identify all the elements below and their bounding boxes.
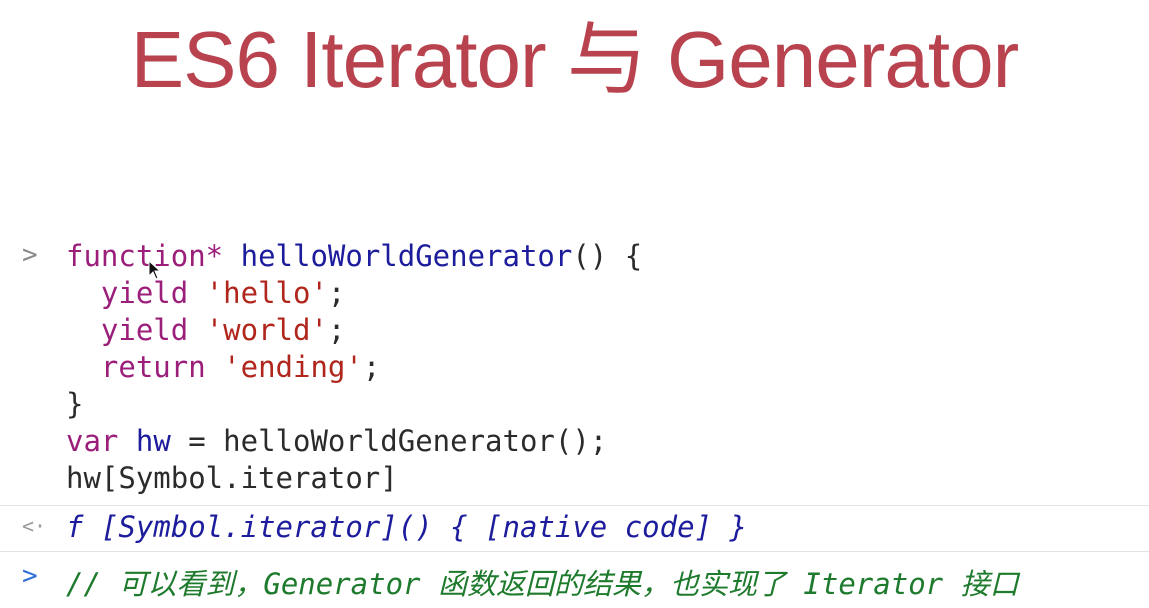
code-token: = helloWorldGenerator(); [170,424,608,458]
code-token: 'world' [205,313,328,347]
code-token: hw[Symbol.iterator] [66,461,398,495]
code-line: yield 'hello'; [66,276,345,310]
code-token: yield [100,313,189,347]
code-token: yield [100,276,189,310]
console-comment-input[interactable]: // 可以看到，Generator 函数返回的结果，也实现了 Iterator … [66,561,1019,603]
code-token: 'hello' [205,276,328,310]
code-token: var [66,424,119,458]
code-token: ; [362,350,381,384]
code-line: } [66,387,83,421]
code-token: hw [135,424,171,458]
code-token: 'ending' [223,350,363,384]
code-token: function* [66,239,224,273]
code-line: yield 'world'; [66,313,345,347]
slide: ES6 Iterator 与 Generator > function* hel… [0,0,1149,608]
code-token: helloWorldGenerator [240,239,573,273]
mouse-pointer-icon [148,260,162,280]
slide-title: ES6 Iterator 与 Generator [130,15,1020,104]
devtools-console: > function* helloWorldGenerator() { yiel… [0,228,1149,608]
console-separator [0,551,1149,552]
code-token: return [100,350,206,384]
input-prompt-chevron: > [22,240,38,270]
console-result[interactable]: f [Symbol.iterator]() { [native code] } [66,510,747,544]
comment-prompt-chevron: > [22,561,38,591]
console-separator [0,505,1149,506]
code-token: ; [327,313,346,347]
output-prompt-chevron: <· [22,514,47,538]
code-line: var hw = helloWorldGenerator(); [66,424,607,458]
code-token: } [66,387,84,421]
code-token: () { [572,239,643,273]
code-line: hw[Symbol.iterator] [66,461,398,495]
code-line: return 'ending'; [66,350,380,384]
code-token: ; [327,276,346,310]
